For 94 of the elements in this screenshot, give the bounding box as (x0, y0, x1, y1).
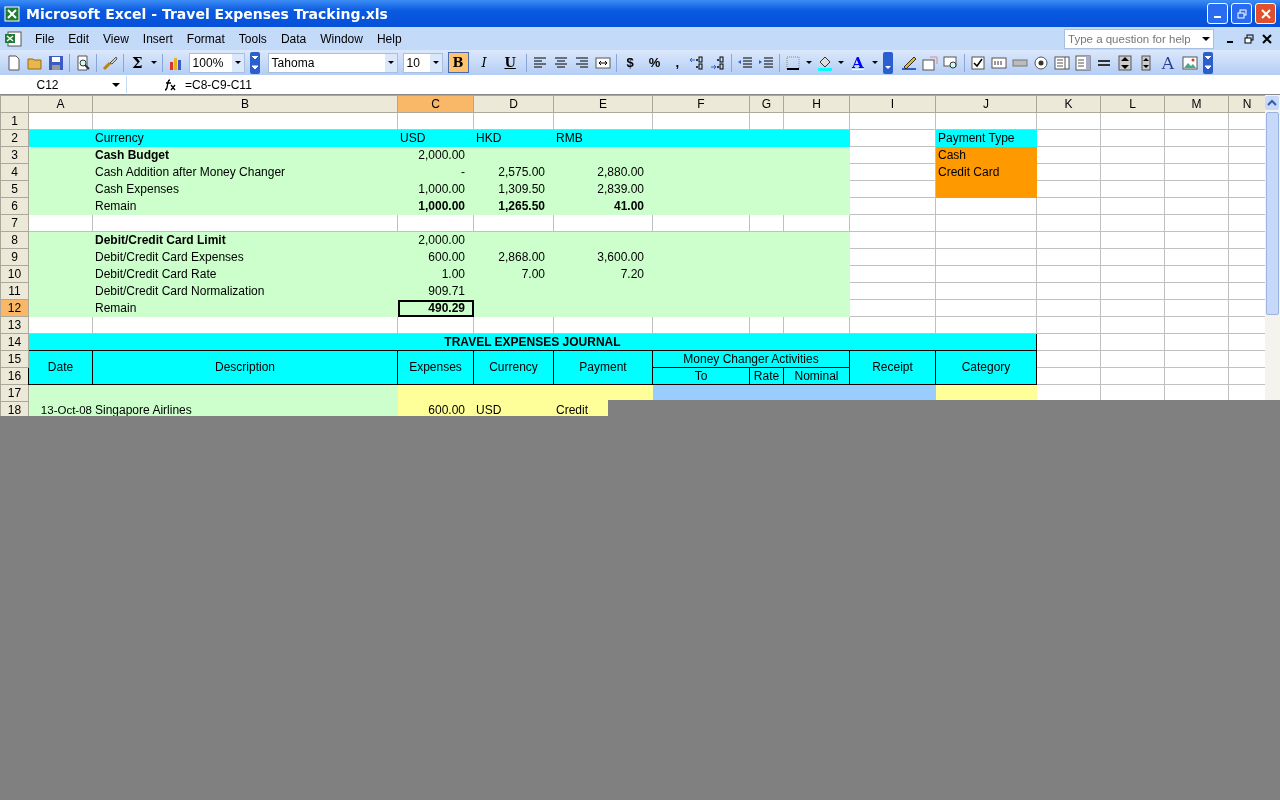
column-header[interactable]: B (92, 95, 398, 113)
function-icon[interactable] (163, 78, 177, 91)
toolbar-options-icon[interactable] (882, 51, 893, 74)
column-header[interactable]: F (652, 95, 750, 113)
column-heading: Description (92, 350, 398, 385)
menu-item[interactable]: Format (179, 29, 232, 48)
help-search-field[interactable]: Type a question for help (1064, 28, 1214, 49)
column-header[interactable]: H (783, 95, 850, 113)
caret-icon[interactable] (871, 61, 878, 64)
number-format-button[interactable]: $ (621, 52, 639, 73)
caret-icon[interactable] (838, 61, 845, 64)
list-box-icon[interactable] (1053, 54, 1070, 71)
ruler-pencil-icon[interactable] (900, 54, 917, 71)
restore-icon[interactable] (1244, 33, 1254, 44)
dropdown-icon[interactable] (1202, 36, 1210, 41)
caret-icon[interactable] (432, 61, 439, 64)
scroll-bar[interactable] (1265, 95, 1280, 400)
font-size-dropdown[interactable]: 10 (402, 52, 443, 73)
new-document-icon[interactable] (6, 54, 22, 71)
zoom-dropdown[interactable]: 100% (188, 52, 245, 73)
font-dropdown[interactable]: Tahoma (267, 52, 398, 73)
caret-icon[interactable] (387, 61, 394, 64)
toolbar-options-icon[interactable] (249, 51, 260, 74)
number-format-button[interactable]: , (670, 52, 685, 73)
menu-item[interactable]: Insert (135, 29, 180, 48)
scroll-up-icon[interactable] (1265, 96, 1279, 110)
window-title: Microsoft Excel - Travel Expenses Tracking.xls (26, 5, 388, 22)
spreadsheet-icon (4, 5, 20, 22)
caret-icon[interactable] (112, 82, 120, 87)
column-header[interactable]: D (473, 95, 554, 113)
text-style-button[interactable]: I (473, 52, 495, 73)
name-box[interactable]: C12 (0, 76, 127, 93)
menu-item[interactable]: Help (369, 29, 409, 48)
menu-item[interactable]: Window (313, 29, 370, 48)
column-header[interactable]: M (1164, 95, 1229, 113)
caret-icon[interactable] (150, 61, 157, 64)
menu-item[interactable]: Tools (231, 29, 274, 48)
checkbox-icon[interactable] (969, 54, 986, 71)
decrease-indent-icon[interactable] (737, 54, 754, 71)
save-icon[interactable] (48, 54, 64, 71)
text-field-icon[interactable] (990, 54, 1007, 71)
borders-icon[interactable] (785, 54, 802, 71)
decrease-decimal-icon[interactable] (710, 54, 727, 71)
menu-item[interactable]: Data (273, 29, 314, 48)
minimize-icon (1214, 16, 1221, 18)
font-color-button[interactable]: A (849, 52, 867, 73)
paint-bucket-icon[interactable] (817, 54, 834, 71)
menu-item[interactable]: Edit (61, 29, 97, 48)
column-header[interactable]: L (1100, 95, 1165, 113)
close-icon[interactable] (1262, 33, 1272, 44)
align-center-icon[interactable] (552, 54, 569, 71)
number-format-button[interactable]: % (643, 52, 666, 73)
column-heading: Receipt (849, 350, 936, 385)
scroll-bar-icon[interactable] (1116, 54, 1133, 71)
column-header[interactable]: A (28, 95, 93, 113)
column-heading: Payment (553, 350, 653, 385)
column-heading: Date (28, 350, 93, 385)
column-header[interactable]: I (849, 95, 936, 113)
minimize-button[interactable] (1207, 3, 1228, 24)
column-header[interactable]: J (935, 95, 1037, 113)
menu-item[interactable]: View (96, 29, 136, 48)
caret-icon[interactable] (806, 61, 813, 64)
column-heading: Category (935, 350, 1037, 385)
column-header[interactable]: C (397, 95, 474, 113)
text-style-button[interactable]: B (447, 52, 469, 73)
close-icon (1260, 8, 1271, 19)
column-header[interactable]: K (1036, 95, 1101, 113)
scroll-thumb[interactable] (1266, 112, 1279, 315)
label-control-button[interactable]: A (1158, 52, 1177, 73)
align-left-icon[interactable] (531, 54, 548, 71)
radio-button-icon[interactable] (1032, 54, 1049, 71)
text-style-button[interactable]: U (499, 52, 521, 73)
toolbar-options-icon[interactable] (1202, 51, 1213, 74)
caret-icon[interactable] (234, 61, 241, 64)
image-icon[interactable] (1181, 54, 1198, 71)
restore-icon (1236, 8, 1247, 19)
align-right-icon[interactable] (573, 54, 590, 71)
column-header[interactable]: N (1228, 95, 1266, 113)
brush-icon[interactable] (102, 54, 118, 71)
column-header[interactable]: E (553, 95, 653, 113)
autosum-button[interactable]: Σ (129, 52, 146, 73)
close-button[interactable] (1255, 3, 1276, 24)
workbook-icon[interactable] (4, 30, 22, 47)
column-heading: Expenses (397, 350, 474, 385)
column-heading: Currency (473, 350, 554, 385)
column-header[interactable]: G (749, 95, 784, 113)
formula-field[interactable]: =C8-C9-C11 (185, 77, 252, 92)
print-preview-icon[interactable] (75, 54, 91, 71)
magnifier-icon[interactable] (942, 54, 959, 71)
increase-decimal-icon[interactable] (689, 54, 706, 71)
increase-indent-icon[interactable] (758, 54, 775, 71)
restore-button[interactable] (1231, 3, 1252, 24)
menu-item[interactable]: File (28, 29, 62, 48)
merge-cells-icon[interactable] (594, 54, 611, 71)
